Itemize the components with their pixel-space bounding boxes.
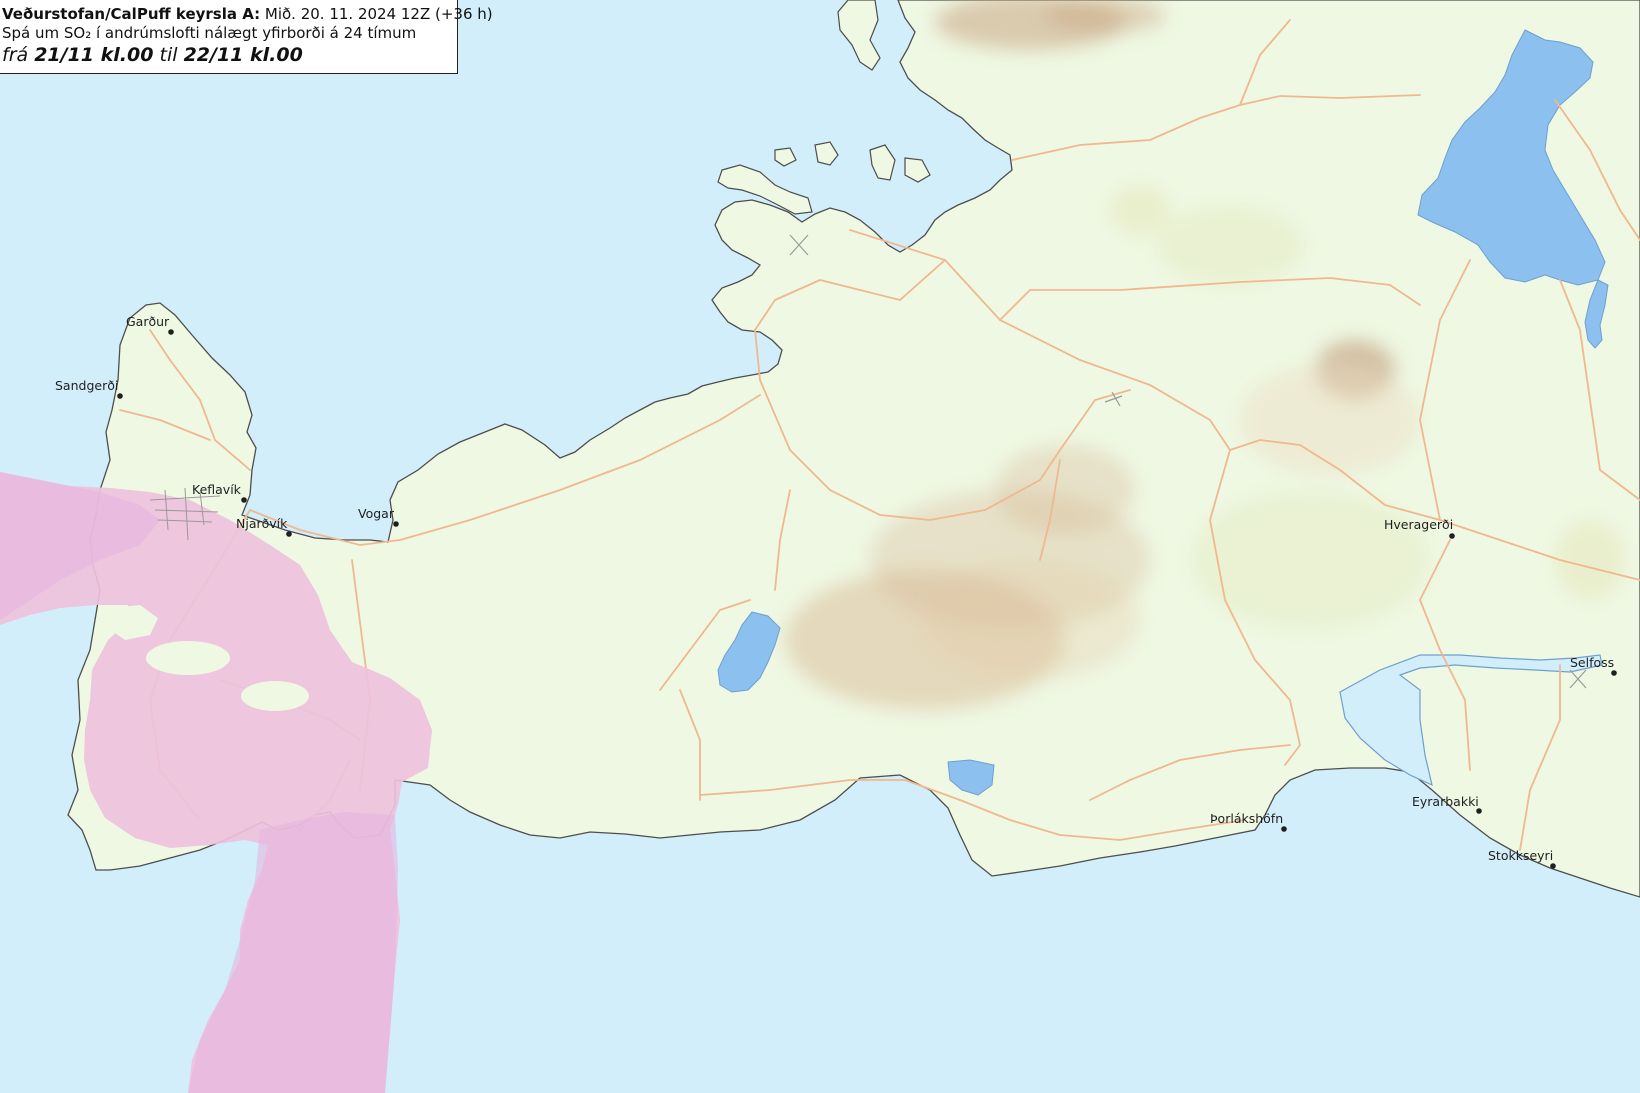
legend-source: Veðurstofan/CalPuff keyrsla A: xyxy=(2,5,261,23)
town-label-stokkseyri: Stokkseyri xyxy=(1488,848,1553,863)
legend-to-time: 22/11 kl.00 xyxy=(183,44,303,66)
map-canvas[interactable]: Garður Sandgerði Keflavík Njarðvík Vogar… xyxy=(0,0,1640,1093)
legend-from-word: frá xyxy=(2,44,29,66)
town-label-thorlakshofn: Þorlákshöfn xyxy=(1210,811,1283,826)
town-label-eyrarbakki: Eyrarbakki xyxy=(1412,794,1479,809)
legend-from-time: 21/11 kl.00 xyxy=(34,44,154,66)
town-label-hveragerdi: Hveragerði xyxy=(1384,517,1453,532)
forecast-legend-box: Veðurstofan/CalPuff keyrsla A: Mið. 20. … xyxy=(0,0,493,74)
town-label-gardur: Garður xyxy=(126,314,170,329)
legend-line-period: frá 21/11 kl.00 til 22/11 kl.00 xyxy=(2,43,453,67)
legend-description: Spá um SO₂ í andrúmslofti nálægt yfirbor… xyxy=(2,24,417,42)
town-label-sandgerdi: Sandgerði xyxy=(55,378,118,393)
town-label-selfoss: Selfoss xyxy=(1570,655,1614,670)
legend-line-run: Veðurstofan/CalPuff keyrsla A: Mið. 20. … xyxy=(2,4,493,24)
town-label-keflavik: Keflavík xyxy=(192,482,242,497)
town-label-njardvik: Njarðvík xyxy=(236,516,288,531)
legend-to-word: til xyxy=(159,44,178,66)
town-label-vogar: Vogar xyxy=(358,506,395,521)
legend-run-time: Mið. 20. 11. 2024 12Z (+36 h) xyxy=(264,5,493,23)
